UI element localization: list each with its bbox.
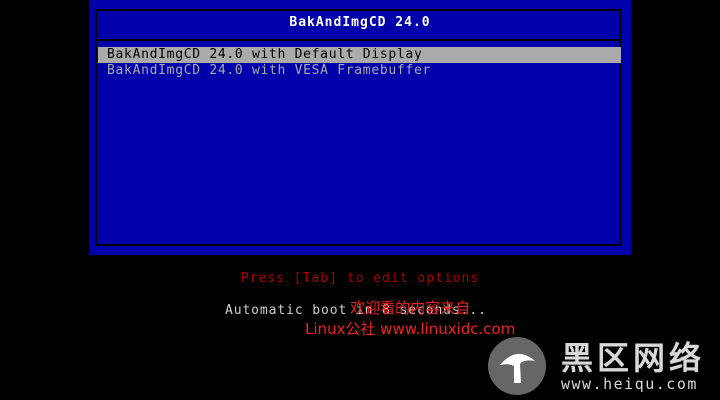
boot-menu-title: BakAndImgCD 24.0	[289, 15, 431, 30]
logo-text: 黑区网络	[561, 339, 705, 377]
edit-options-hint: Press [Tab] to edit options	[240, 271, 480, 286]
watermark-line2: Linux公社 www.linuxidc.com	[305, 320, 516, 338]
boot-menu-panel: BakAndImgCD 24.0 BakAndImgCD 24.0 with D…	[89, 0, 631, 255]
watermark-text: 欢迎看的内容来自 Linux公社 www.linuxidc.com	[305, 298, 515, 340]
watermark-logo: 黑区网络 www.heiqu.com	[488, 337, 705, 395]
boot-menu-frame	[95, 9, 621, 246]
title-divider	[95, 39, 621, 41]
boot-option-default-display[interactable]: BakAndImgCD 24.0 with Default Display	[98, 47, 621, 63]
logo-url: www.heiqu.com	[561, 375, 698, 393]
boot-option-vesa-framebuffer[interactable]: BakAndImgCD 24.0 with VESA Framebuffer	[98, 63, 621, 79]
watermark-line1: 欢迎看的内容来自	[350, 299, 471, 317]
boot-menu-list: BakAndImgCD 24.0 with Default Display Ba…	[98, 47, 621, 79]
